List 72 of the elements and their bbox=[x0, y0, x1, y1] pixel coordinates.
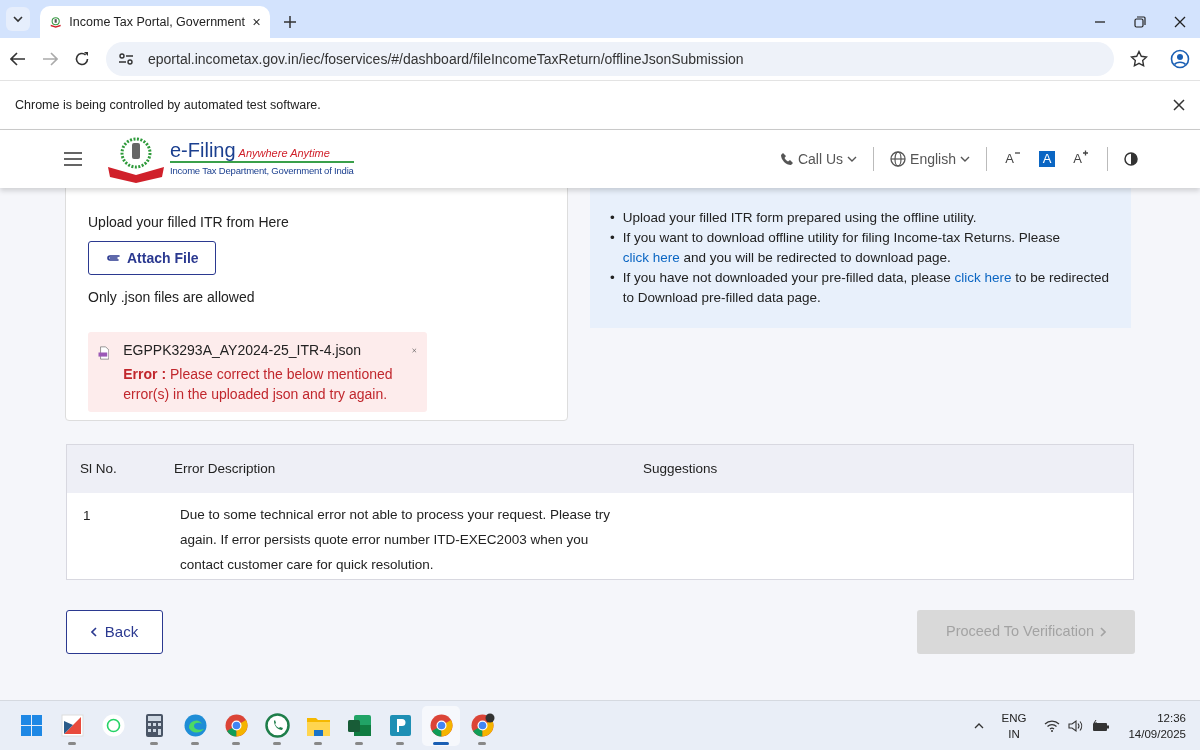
click-here-link[interactable]: click here bbox=[954, 270, 1012, 285]
info-text: If you have not downloaded your pre-filled data, please click here to be redirected to Download pre-filled data page. bbox=[622, 269, 1111, 307]
clock[interactable]: 12:36 14/09/2025 bbox=[1128, 709, 1186, 742]
star-icon[interactable] bbox=[1130, 50, 1148, 68]
brand-tagline: Anywhere Anytime bbox=[238, 145, 330, 161]
restore-icon[interactable] bbox=[1134, 16, 1146, 28]
bullet-marker: • bbox=[610, 229, 615, 247]
brand-name: e-Filing bbox=[170, 139, 236, 160]
chat-icon bbox=[100, 713, 126, 738]
department-name: Income Tax Department, Government of India bbox=[170, 161, 354, 179]
column-header: Suggestions bbox=[643, 459, 718, 478]
tab-search-icon[interactable] bbox=[12, 15, 24, 23]
call-us-dropdown[interactable]: Call Us bbox=[779, 148, 858, 170]
chrome-icon bbox=[469, 713, 495, 738]
site-info-icon[interactable] bbox=[118, 52, 134, 66]
p-app-icon bbox=[387, 713, 413, 738]
info-text: Upload your filled ITR form prepared using the offline utility. bbox=[622, 209, 977, 227]
upload-instruction: Upload your filled ITR from Here bbox=[88, 213, 290, 232]
taskbar-app[interactable] bbox=[422, 705, 460, 746]
column-header: Sl No. bbox=[80, 459, 118, 478]
new-tab-icon[interactable] bbox=[284, 16, 296, 28]
tab-title: Income Tax Portal, Government bbox=[69, 13, 245, 31]
chrome-icon bbox=[428, 713, 454, 738]
reload-icon[interactable] bbox=[74, 51, 90, 67]
menu-icon[interactable] bbox=[64, 152, 82, 166]
close-icon[interactable] bbox=[1174, 16, 1186, 28]
chevron-icon bbox=[960, 156, 970, 162]
table-cell-text: Due to some technical error not able to process your request. Please try again. If error persists quote error number ITD-EXEC2003 when you contact customer care for quick resolution. bbox=[180, 506, 610, 574]
globe-icon bbox=[890, 151, 907, 167]
click-here-link[interactable]: click here bbox=[622, 250, 680, 265]
table-cell-text: 1 bbox=[83, 507, 92, 525]
emblem-icon bbox=[106, 135, 166, 183]
column-header: Error Description bbox=[174, 459, 277, 478]
browser-tab[interactable]: Income Tax Portal, Government bbox=[40, 6, 270, 38]
infobar-message: Chrome is being controlled by automated test software. bbox=[15, 96, 322, 114]
bullet-marker: • bbox=[610, 269, 615, 287]
attach-file-button[interactable]: Attach File bbox=[88, 241, 216, 275]
minus-icon bbox=[1013, 150, 1021, 156]
wifi-icon[interactable] bbox=[1044, 719, 1061, 732]
app-icon bbox=[59, 713, 85, 738]
phone-icon bbox=[779, 152, 794, 166]
edge-icon bbox=[182, 713, 208, 738]
font-size-button[interactable]: A bbox=[1003, 151, 1023, 167]
chat-icon bbox=[264, 713, 290, 738]
profile-icon[interactable] bbox=[1170, 49, 1190, 69]
language-dropdown[interactable]: English bbox=[890, 148, 970, 170]
back-button[interactable]: Back bbox=[66, 610, 163, 654]
battery-icon[interactable] bbox=[1092, 719, 1111, 732]
back-icon[interactable] bbox=[10, 52, 26, 66]
file-name: EGPPK3293A_AY2024-25_ITR-4.json bbox=[123, 341, 363, 360]
volume-icon[interactable] bbox=[1068, 718, 1085, 733]
chevron-up-icon[interactable] bbox=[973, 722, 984, 729]
font-size-button[interactable]: A bbox=[1039, 151, 1055, 167]
contrast-icon[interactable] bbox=[1124, 152, 1138, 166]
chrome-icon bbox=[223, 713, 249, 738]
close-icon[interactable] bbox=[252, 17, 260, 27]
close-icon[interactable] bbox=[1173, 99, 1185, 111]
font-size-button[interactable]: A bbox=[1071, 151, 1091, 167]
spreadsheet-icon bbox=[346, 713, 372, 738]
address-bar[interactable]: eportal.incometax.gov.in/iec/foservices/#/dashboard/fileIncomeTaxReturn/offlineJsonSubmission bbox=[106, 42, 1114, 76]
emblem-icon bbox=[50, 14, 62, 30]
chevron-left-icon bbox=[90, 627, 97, 637]
bullet-marker: • bbox=[610, 209, 615, 227]
language-indicator[interactable]: ENG IN bbox=[1001, 709, 1027, 742]
windows-icon bbox=[18, 713, 44, 738]
info-text: If you want to download offline utility for filing Income-tax Returns. Please click here and you will be redirected to download page. bbox=[622, 229, 1061, 267]
file-type-note: Only .json files are allowed bbox=[88, 288, 256, 307]
chevron-right-icon bbox=[1100, 627, 1106, 637]
error-message: Error : Please correct the below mentioned error(s) in the uploaded json and try again. bbox=[123, 365, 394, 404]
paperclip-icon bbox=[105, 253, 121, 263]
plus-icon bbox=[1081, 150, 1089, 156]
chevron-icon bbox=[847, 156, 858, 162]
